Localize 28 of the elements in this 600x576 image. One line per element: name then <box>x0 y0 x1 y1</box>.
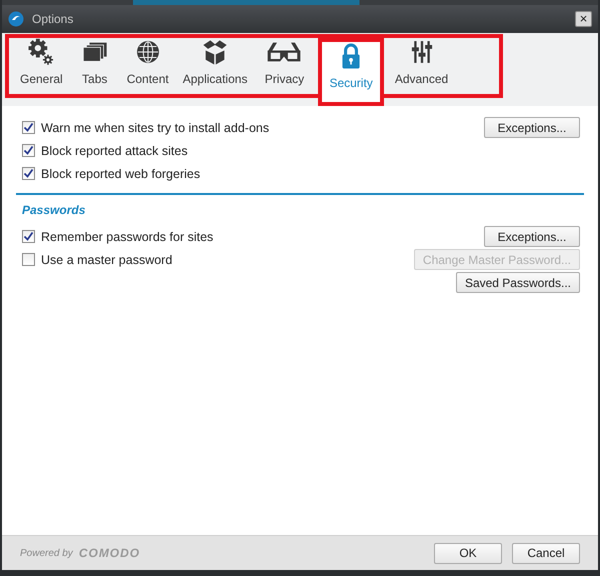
password-button[interactable]: Exceptions... <box>484 226 580 247</box>
checkbox[interactable] <box>22 167 35 180</box>
checkbox-label: Remember passwords for sites <box>41 230 214 244</box>
saved-passwords-button[interactable]: Saved Passwords... <box>456 272 580 293</box>
dialog-button[interactable]: OK <box>434 542 502 564</box>
close-button[interactable]: × <box>575 11 592 27</box>
window-title: Options <box>32 12 74 26</box>
tab[interactable]: General <box>13 38 70 94</box>
checkbox-label: Warn me when sites try to install add-ons <box>41 120 270 134</box>
tab[interactable]: Advanced <box>388 38 456 94</box>
section-heading: Passwords <box>22 203 86 217</box>
tab[interactable]: Security <box>322 42 380 102</box>
tab[interactable]: Content <box>120 38 176 94</box>
app-logo-icon <box>8 11 24 27</box>
powered-by-text: Powered by <box>20 548 73 558</box>
dialog-button[interactable]: Cancel <box>512 542 580 564</box>
checkbox[interactable] <box>22 230 35 243</box>
checkbox[interactable] <box>22 253 35 266</box>
checkbox-label: Use a master password <box>41 252 172 266</box>
brand-logo: COMODO <box>78 546 140 560</box>
checkbox[interactable] <box>22 144 35 157</box>
checkbox-label: Block reported attack sites <box>41 144 188 158</box>
tab[interactable]: Tabs <box>70 38 120 94</box>
checkbox-label: Block reported web forgeries <box>41 166 200 180</box>
tab[interactable]: Applications <box>176 38 254 94</box>
exceptions-button[interactable]: Exceptions... <box>484 117 580 138</box>
tab[interactable]: Privacy <box>254 38 314 94</box>
checkbox[interactable] <box>22 121 35 134</box>
